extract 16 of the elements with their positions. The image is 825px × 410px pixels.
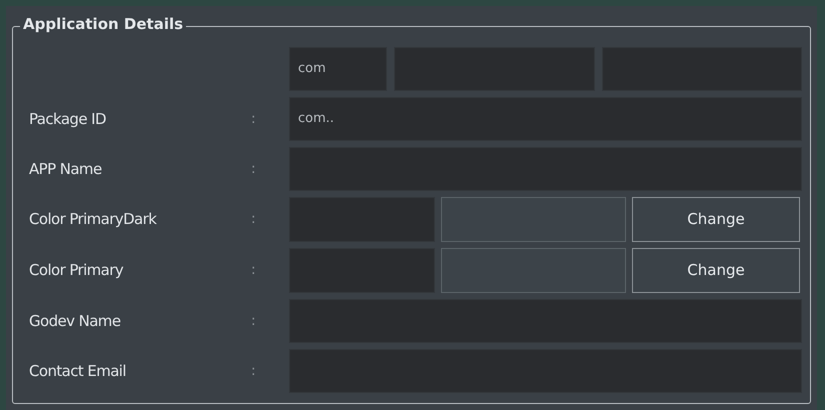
- field-label: APP Name: [29, 158, 102, 180]
- colon: :: [251, 160, 256, 178]
- field-label: Package ID: [29, 108, 106, 130]
- colon: :: [251, 110, 256, 128]
- input-field[interactable]: com: [289, 47, 387, 91]
- colon: :: [251, 362, 256, 380]
- input-field[interactable]: com..: [289, 97, 802, 141]
- change-button[interactable]: Change: [632, 248, 800, 293]
- field-label: Contact Email: [29, 360, 126, 382]
- colon: :: [251, 210, 256, 229]
- colon: :: [251, 312, 256, 330]
- field-label: Color PrimaryDark: [29, 209, 156, 230]
- change-button[interactable]: Change: [632, 197, 800, 242]
- field-label: Godev Name: [29, 310, 120, 332]
- field-label: Color Primary: [29, 260, 124, 282]
- colon: :: [251, 261, 256, 280]
